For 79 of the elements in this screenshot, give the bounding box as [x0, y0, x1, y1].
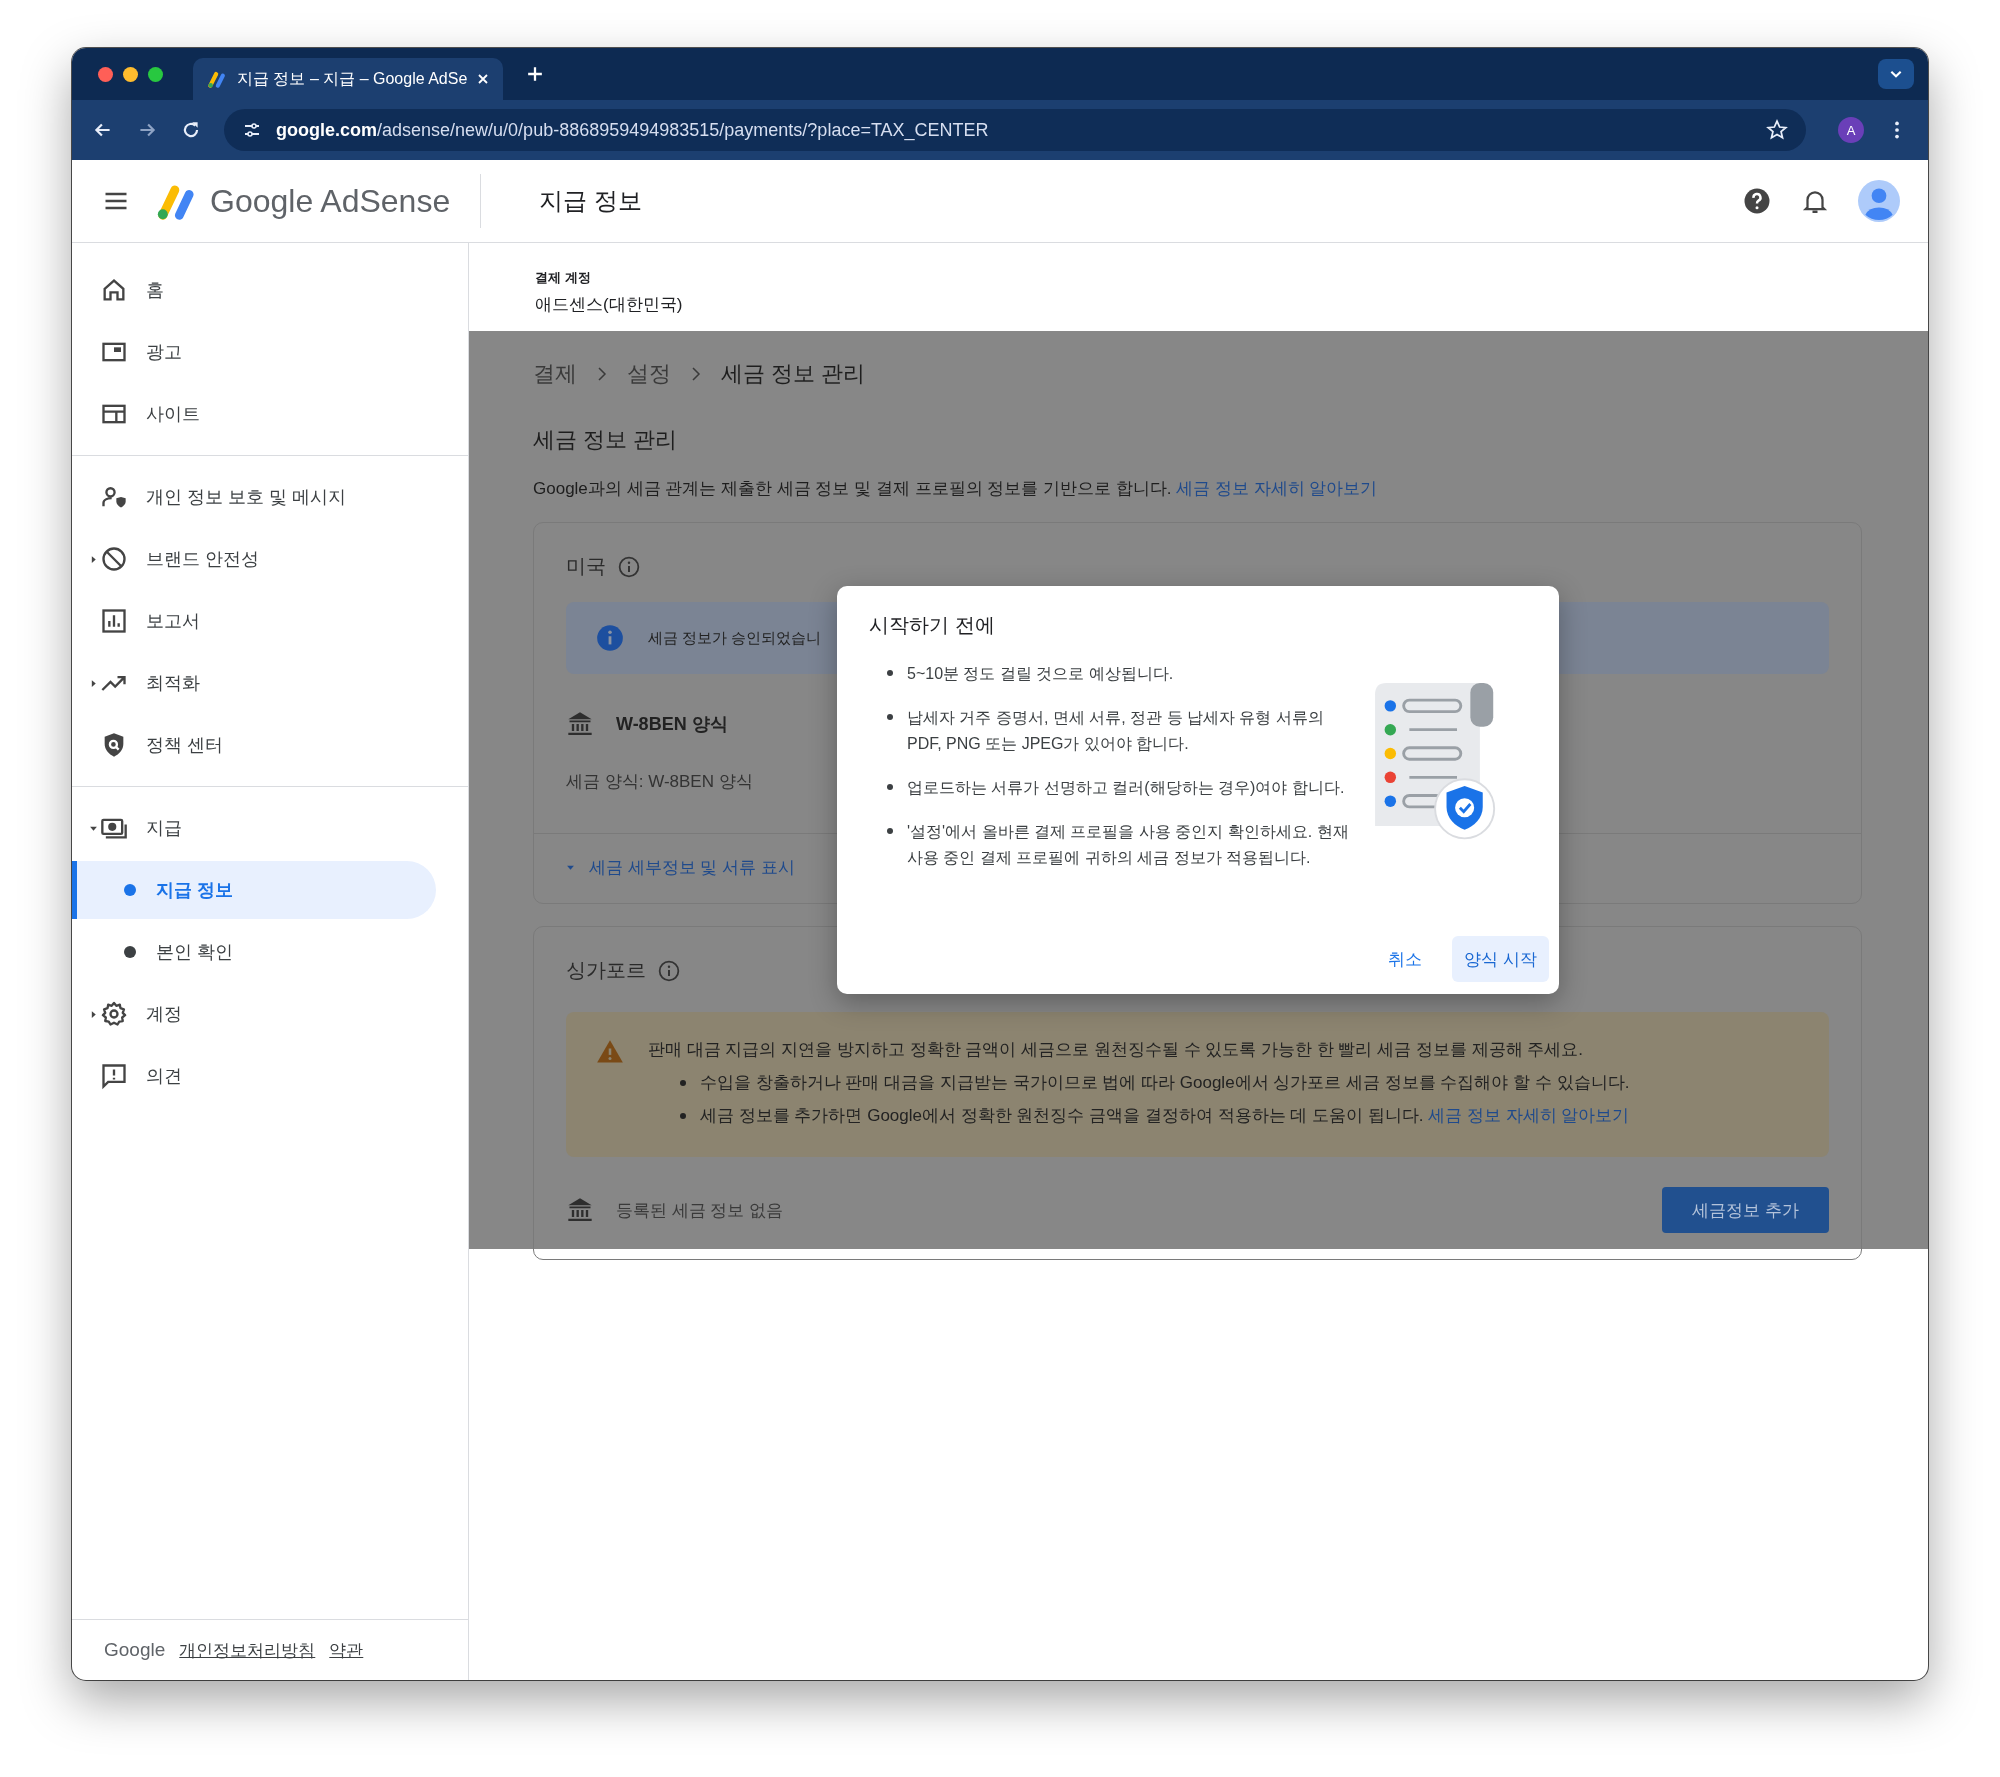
- gear-icon: [100, 1000, 128, 1028]
- help-icon[interactable]: [1742, 186, 1772, 216]
- sidebar-item[interactable]: 브랜드 안전성: [72, 528, 468, 590]
- bullet-icon: [680, 1079, 686, 1086]
- account-label: 결제 계정: [535, 268, 592, 287]
- sidebar-item[interactable]: 계정: [72, 983, 468, 1045]
- sidebar-item[interactable]: 사이트: [72, 383, 468, 445]
- dialog-title: 시작하기 전에: [869, 613, 996, 638]
- maximize-window-icon[interactable]: [148, 66, 163, 82]
- page-title: 지급 정보: [539, 186, 642, 216]
- form-name: W-8BEN 양식: [616, 713, 728, 736]
- sidebar-item[interactable]: 광고: [72, 321, 468, 383]
- sidebar-subitem[interactable]: 지급 정보: [72, 861, 436, 919]
- form-detail: 세금 양식: W-8BEN 양식: [566, 771, 753, 793]
- description-text: Google과의 세금 관계는 제출한 세금 정보 및 결제 프로필의 정보를 기반으로 합니다. 세금 정보 자세히 알아보기: [533, 478, 1379, 500]
- caret-icon[interactable]: [89, 1009, 98, 1019]
- bank-icon: [566, 710, 594, 738]
- caret-icon: [566, 863, 575, 872]
- bullet-icon: [887, 784, 893, 790]
- browser-tab[interactable]: 지급 정보 – 지급 – Google AdSe: [193, 58, 504, 100]
- info-icon: [596, 624, 624, 652]
- caret-icon[interactable]: [89, 554, 98, 564]
- bullet-icon: [680, 1112, 686, 1119]
- info-icon[interactable]: [618, 555, 640, 578]
- sidebar-item[interactable]: 보고서: [72, 590, 468, 652]
- sidebar-item[interactable]: 홈: [72, 259, 468, 321]
- bookmark-star-icon[interactable]: [1766, 119, 1788, 141]
- dialog-list-item: 납세자 거주 증명서, 면세 서류, 정관 등 납세자 유형 서류의 PDF, PNG 또는 JPEG가 있어야 합니다.: [907, 708, 1325, 754]
- block-icon: [100, 545, 128, 573]
- bullet-icon: [124, 946, 136, 958]
- section-title: 세금 정보 관리: [533, 426, 679, 454]
- cancel-button[interactable]: 취소: [1374, 936, 1437, 982]
- info-icon[interactable]: [658, 959, 680, 982]
- new-tab-icon[interactable]: [527, 66, 544, 82]
- sidebar-item[interactable]: 지급: [72, 797, 468, 859]
- close-icon[interactable]: [477, 73, 490, 85]
- breadcrumb-current: 세금 정보 관리: [721, 360, 866, 388]
- dialog-list-item: 업로드하는 서류가 선명하고 컬러(해당하는 경우)여야 합니다.: [907, 778, 1345, 798]
- warning-icon: [596, 1038, 624, 1066]
- reports-icon: [100, 607, 128, 635]
- banner-list-item: 수입을 창출하거나 판매 대금을 지급받는 국가이므로 법에 따라 Google에서 싱가포르 세금 정보를 수집해야 할 수 있습니다.: [700, 1072, 1630, 1094]
- address-bar[interactable]: google.com/adsense/new/u/0/pub-8868959494983515/payments/?place=TAX_CENTER: [224, 109, 1806, 151]
- sidebar-item[interactable]: 정책 센터: [72, 714, 468, 776]
- minimize-window-icon[interactable]: [123, 66, 138, 82]
- brand-name: Google AdSense: [210, 182, 451, 220]
- sidebar-subitem[interactable]: 본인 확인: [72, 921, 436, 983]
- country-name: 미국: [566, 554, 606, 579]
- banner-text: 판매 대금 지급의 지연을 방지하고 정확한 금액이 세금으로 원천징수될 수 있도록 가능한 한 빨리 세금 정보를 제공해 주세요.: [648, 1039, 1585, 1061]
- dialog-list-item: '설정'에서 올바른 결제 프로필을 사용 중인지 확인하세요. 현재 사용 중인 결제 프로필에 귀하의 세금 정보가 적용됩니다.: [907, 822, 1350, 868]
- footer-link[interactable]: 약관: [329, 1638, 364, 1662]
- profile-avatar[interactable]: A: [1838, 117, 1864, 143]
- banner-text: 세금 정보가 승인되었습니: [648, 628, 822, 648]
- bullet-icon: [124, 884, 136, 896]
- sidebar-item[interactable]: 개인 정보 보호 및 메시지: [72, 466, 468, 528]
- feedback-icon: [100, 1062, 128, 1090]
- sidebar-item[interactable]: 의견: [72, 1045, 468, 1107]
- site-settings-icon[interactable]: [242, 120, 262, 140]
- sidebar-item[interactable]: 최적화: [72, 652, 468, 714]
- adsense-logo-icon: [207, 69, 227, 89]
- bullet-icon: [887, 714, 893, 720]
- add-tax-info-button[interactable]: 세금정보 추가: [1662, 1187, 1829, 1233]
- banner-list-item: 세금 정보를 추가하면 Google에서 정확한 원천징수 금액을 결정하여 적용하는 데 도움이 됩니다. 세금 정보 자세히 알아보기: [700, 1105, 1630, 1127]
- footer-link[interactable]: 개인정보처리방침: [179, 1638, 316, 1662]
- caret-icon[interactable]: [89, 678, 98, 688]
- start-form-button[interactable]: 양식 시작: [1452, 936, 1549, 982]
- account-avatar[interactable]: [1858, 180, 1900, 222]
- country-name: 싱가포르: [566, 958, 646, 983]
- account-name: 애드센스(대한민국): [535, 293, 684, 316]
- close-window-icon[interactable]: [98, 66, 113, 82]
- chevron-right-icon: [597, 367, 607, 381]
- bullet-icon: [887, 670, 893, 676]
- footer-brand: Google: [104, 1639, 166, 1661]
- chevron-right-icon: [691, 367, 701, 381]
- bank-icon: [566, 1196, 594, 1224]
- tab-search-button[interactable]: [1878, 59, 1914, 89]
- empty-state-text: 등록된 세금 정보 없음: [616, 1199, 784, 1222]
- dialog-list-item: 5~10분 정도 걸릴 것으로 예상됩니다.: [907, 664, 1174, 684]
- bullet-icon: [887, 828, 893, 834]
- tab-title: 지급 정보 – 지급 – Google AdSe: [237, 68, 468, 89]
